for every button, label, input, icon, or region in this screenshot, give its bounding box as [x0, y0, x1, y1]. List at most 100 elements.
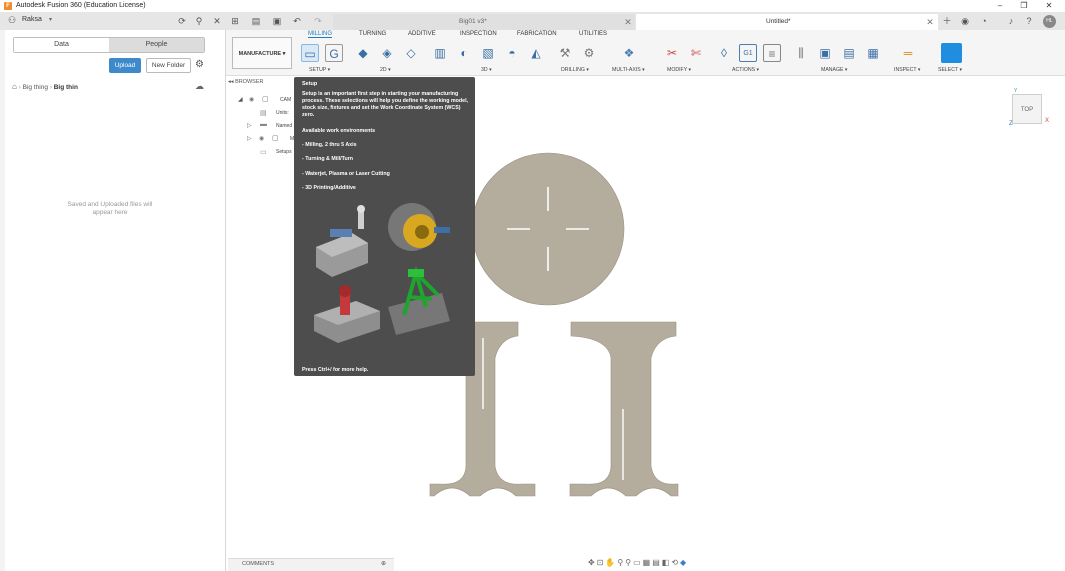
expand-icon[interactable]: ▷ — [247, 122, 252, 129]
visibility-icon[interactable]: ◉ — [259, 135, 264, 142]
post-library-icon[interactable]: ▤ — [840, 44, 858, 62]
simulate-icon[interactable]: ◊ — [715, 44, 733, 62]
new-folder-button[interactable]: New Folder — [146, 58, 191, 73]
tab-turning[interactable]: TURNING — [359, 31, 386, 37]
breadcrumb-item[interactable]: Big thing — [23, 84, 48, 91]
extensions-icon[interactable]: ◉ — [959, 15, 971, 27]
workspace-switcher[interactable]: MANUFACTURE ▾ — [232, 37, 292, 69]
effects-icon[interactable]: ⟲ — [671, 558, 680, 567]
grid-settings-icon[interactable]: ▦ — [643, 558, 653, 567]
group-setup[interactable]: SETUP ▾ — [309, 67, 330, 73]
team-dropdown[interactable]: Raksa — [22, 16, 42, 23]
add-comment-icon[interactable]: ⊕ — [381, 560, 386, 567]
group-select[interactable]: SELECT ▾ — [938, 67, 962, 73]
help-icon[interactable]: ? — [1023, 15, 1035, 27]
browser-item-root[interactable]: CAM — [280, 97, 291, 103]
environment-icon[interactable]: ◧ — [662, 558, 672, 567]
3d-pocket-icon[interactable]: ◐ — [455, 44, 473, 62]
navigation-bar: ✥⊡✋⚲⚲▭▦▤◧⟲◆ — [588, 558, 688, 567]
drill-icon[interactable]: ⚒ — [556, 44, 574, 62]
search-icon[interactable]: ⚲ — [193, 15, 205, 27]
home-icon[interactable]: ⌂ — [12, 82, 17, 91]
restore-icon[interactable]: ❐ — [1017, 1, 1031, 11]
close-panel-icon[interactable]: ✕ — [211, 15, 223, 27]
new-setup-icon[interactable]: ▭ — [301, 44, 319, 62]
visibility-icon[interactable]: ◉ — [249, 96, 254, 103]
group-modify[interactable]: MODIFY ▾ — [667, 67, 691, 73]
browser-item-named-views[interactable]: Named — [276, 123, 292, 129]
close-tab-icon[interactable]: ✕ — [925, 16, 935, 28]
hole-recognition-icon[interactable]: ⚙ — [580, 44, 598, 62]
model-circle-part — [471, 152, 625, 306]
nc-program-icon[interactable]: G — [325, 44, 343, 62]
browser-item-units[interactable]: Units: — [276, 110, 289, 116]
tab-inspection[interactable]: INSPECTION — [460, 31, 497, 37]
people-tab[interactable]: People — [109, 38, 204, 52]
modify-icon[interactable]: ✂ — [663, 44, 681, 62]
multi-axis-icon[interactable]: ❖ — [620, 44, 638, 62]
tab-milling[interactable]: MILLING — [308, 31, 333, 38]
expand-icon[interactable]: ◢ — [238, 96, 243, 103]
tool-library-icon[interactable]: ⫼ — [792, 44, 810, 62]
template-library-icon[interactable]: ▦ — [864, 44, 882, 62]
fit-icon[interactable]: ⚲ — [625, 558, 633, 567]
viewports-icon[interactable]: ▤ — [652, 558, 662, 567]
upload-button[interactable]: Upload — [109, 58, 141, 73]
delete-toolpath-icon[interactable]: ✄ — [687, 44, 705, 62]
group-3d[interactable]: 3D ▾ — [481, 67, 492, 73]
appearance-icon[interactable]: ◆ — [680, 558, 688, 567]
tooltip-description: Setup is an important first step in star… — [302, 91, 469, 118]
group-inspect[interactable]: INSPECT ▾ — [894, 67, 920, 73]
2d-adaptive-icon[interactable]: ◆ — [354, 44, 372, 62]
pan-icon[interactable]: ✋ — [605, 558, 617, 567]
grid-menu-icon[interactable]: ⊞ — [229, 15, 241, 27]
setup-sheet-icon[interactable]: ≡ — [763, 44, 781, 62]
refresh-icon[interactable]: ⟳ — [176, 15, 188, 27]
browser-header[interactable]: ◂◂ BROWSER — [228, 79, 298, 90]
chevron-down-icon[interactable]: ▾ — [49, 16, 52, 23]
group-drilling[interactable]: DRILLING ▾ — [561, 67, 589, 73]
minimize-icon[interactable]: – — [993, 1, 1007, 11]
new-tab-icon[interactable]: ＋ — [941, 15, 953, 27]
face-icon[interactable]: ◇ — [402, 44, 420, 62]
post-process-icon[interactable]: G1 — [739, 44, 757, 62]
collapse-icon[interactable]: ◂◂ — [228, 79, 235, 85]
tab-utilities[interactable]: UTILITIES — [579, 31, 607, 37]
select-tool-icon[interactable] — [941, 43, 962, 63]
close-window-icon[interactable]: ✕ — [1042, 1, 1056, 11]
3d-adaptive-icon[interactable]: ▥ — [431, 44, 449, 62]
display-settings-icon[interactable]: ▭ — [633, 558, 643, 567]
redo-icon[interactable]: ↷ — [312, 15, 324, 27]
document-tab-untitled[interactable]: Untitled* — [636, 14, 938, 30]
save-icon[interactable]: ▣ — [271, 15, 283, 27]
machine-library-icon[interactable]: ▣ — [816, 44, 834, 62]
close-tab-icon[interactable]: ✕ — [623, 16, 633, 28]
data-tab[interactable]: Data — [14, 38, 109, 52]
job-status-icon[interactable]: ◔ — [978, 15, 990, 27]
cloud-sync-icon[interactable]: ☁ — [195, 81, 204, 92]
measure-icon[interactable]: ═ — [899, 44, 917, 62]
expand-icon[interactable]: ▷ — [247, 135, 252, 142]
tab-additive[interactable]: ADDITIVE — [408, 31, 436, 37]
group-manage[interactable]: MANAGE ▾ — [821, 67, 848, 73]
3d-parallel-icon[interactable]: ◓ — [503, 44, 521, 62]
orbit-icon[interactable]: ✥ — [588, 558, 597, 567]
user-avatar[interactable]: HL — [1043, 15, 1056, 28]
file-menu-icon[interactable]: ▤ — [250, 15, 262, 27]
group-multi-axis[interactable]: MULTI-AXIS ▾ — [612, 67, 645, 73]
tab-fabrication[interactable]: FABRICATION — [517, 31, 557, 37]
gear-icon[interactable]: ⚙ — [195, 59, 204, 70]
3d-steep-icon[interactable]: ▧ — [479, 44, 497, 62]
group-actions[interactable]: ACTIONS ▾ — [732, 67, 759, 73]
3d-contour-icon[interactable]: ◭ — [527, 44, 545, 62]
2d-pocket-icon[interactable]: ◈ — [378, 44, 396, 62]
group-2d[interactable]: 2D ▾ — [380, 67, 391, 73]
window-title: Autodesk Fusion 360 (Education License) — [16, 2, 146, 9]
tooltip-env-item: - 3D Printing/Additive — [302, 185, 356, 191]
document-tab-big01[interactable]: Big01 v3* — [333, 14, 635, 30]
notifications-icon[interactable]: ♪ — [1005, 15, 1017, 27]
undo-icon[interactable]: ↶ — [291, 15, 303, 27]
browser-item-setups[interactable]: Setups — [276, 149, 292, 155]
folder-icon: ▬ — [260, 121, 267, 128]
view-cube[interactable]: TOP — [1012, 94, 1042, 124]
